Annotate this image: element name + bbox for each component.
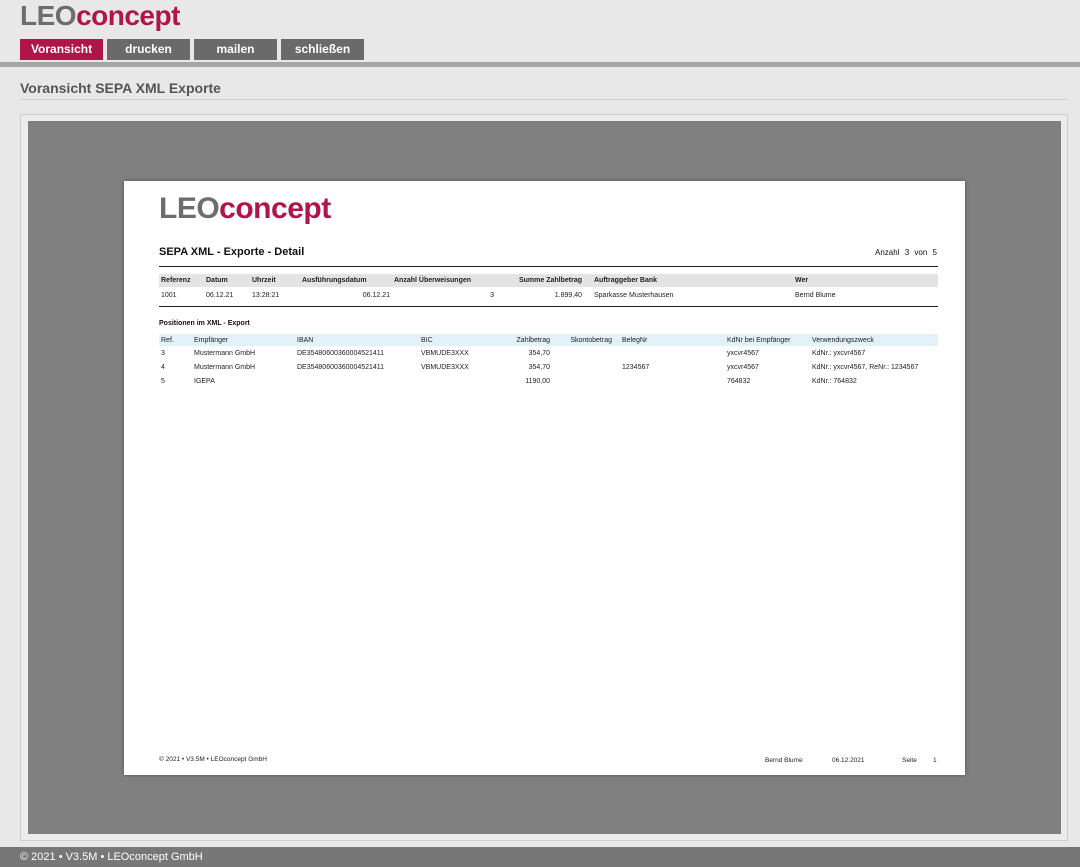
cell-bic	[419, 374, 492, 388]
cell-ref: 5	[161, 377, 165, 385]
footer-page-label: Seite	[902, 757, 917, 764]
cell-bank: Sparkasse Musterhausen	[594, 292, 674, 299]
cell-bic: VBMUDE3XXX	[421, 363, 469, 371]
preview-frame: LEOconcept SEPA XML - Exporte - Detail A…	[20, 114, 1068, 841]
column-header: Zahlbetrag	[492, 334, 552, 346]
cell-user: Bernd Blume	[795, 292, 836, 299]
preview-button[interactable]: Voransicht	[20, 39, 103, 60]
count-separator: von	[914, 248, 928, 257]
column-header: Datum	[204, 274, 250, 287]
toolbar: Voransicht drucken mailen schließen	[20, 39, 364, 60]
cell-reference: 1001	[161, 292, 177, 299]
column-header: Ausführungsdatum	[300, 274, 392, 287]
positions-table: Ref. Empfänger IBAN BIC Zahlbetrag Skont…	[159, 334, 938, 388]
cell-purpose: KdNr.: yxcvr4567	[812, 349, 866, 357]
count-label: Anzahl	[875, 248, 900, 257]
cell-ref: 4	[161, 363, 165, 371]
app-header: LEOconcept Voransicht drucken mailen sch…	[0, 0, 1080, 68]
column-header: Referenz	[159, 274, 204, 287]
summary-header-row: Referenz Datum Uhrzeit Ausführungsdatum …	[159, 274, 938, 287]
cell-customer-number: 764832	[727, 377, 751, 385]
cell-customer-number: yxcvr4567	[727, 349, 759, 357]
footer-page-number: 1	[933, 757, 937, 764]
cell-amount: 1190,00	[525, 377, 550, 385]
cell-execution-date: 06.12.21	[362, 292, 390, 299]
mail-button[interactable]: mailen	[194, 39, 277, 60]
cell-recipient: Mustermann GmbH	[194, 363, 256, 371]
cell-document-number	[614, 374, 725, 388]
cell-ref: 3	[161, 349, 165, 357]
cell-iban: DE35480600360004521411	[297, 349, 385, 357]
column-header: Auftraggeber Bank	[584, 274, 793, 287]
cell-time: 13:28:21	[252, 292, 280, 299]
column-header: Empfänger	[192, 334, 295, 346]
logo-concept-text: concept	[76, 0, 180, 31]
summary-table: Referenz Datum Uhrzeit Ausführungsdatum …	[159, 274, 938, 304]
doc-logo-concept-text: concept	[219, 192, 331, 225]
cell-purpose: KdNr.: yxcvr4567, ReNr.: 1234567	[812, 363, 919, 371]
column-header: Summe Zahlbetrag	[496, 274, 584, 287]
cell-date: 06.12.21	[206, 292, 234, 299]
table-row: 4 Mustermann GmbH DE35480600360004521411…	[159, 360, 938, 374]
footer-user: Bernd Blume	[765, 757, 803, 764]
header-divider	[0, 62, 1080, 67]
cell-iban: DE35480600360004521411	[297, 363, 385, 371]
summary-rule-line	[159, 306, 938, 307]
footer-copyright: © 2021 • V3.5M • LEOconcept GmbH	[159, 756, 267, 763]
page-title: Voransicht SEPA XML Exporte	[20, 80, 221, 96]
table-row: 5 IGEPA 1190,00 764832 KdNr.: 764832	[159, 374, 938, 388]
logo-leo-text: LEO	[20, 0, 77, 31]
cell-recipient: IGEPA	[194, 377, 215, 385]
title-divider	[20, 99, 1068, 100]
cell-discount	[552, 346, 614, 360]
cell-customer-number: yxcvr4567	[727, 363, 759, 371]
footer-date: 06.12.2021	[832, 757, 865, 764]
table-row: 3 Mustermann GmbH DE35480600360004521411…	[159, 346, 938, 360]
document-page: LEOconcept SEPA XML - Exporte - Detail A…	[124, 181, 965, 775]
column-header: BIC	[419, 334, 492, 346]
cell-recipient: Mustermann GmbH	[194, 349, 256, 357]
print-button[interactable]: drucken	[107, 39, 190, 60]
cell-bic: VBMUDE3XXX	[421, 349, 469, 357]
cell-iban	[295, 374, 419, 388]
column-header: Ref.	[159, 334, 192, 346]
record-count: Anzahl 3 von 5	[872, 248, 937, 257]
count-total: 5	[932, 248, 937, 257]
column-header: Verwendungszweck	[810, 334, 938, 346]
doc-logo-leo-text: LEO	[159, 192, 220, 225]
column-header: Skontobetrag	[552, 334, 614, 346]
count-current: 3	[904, 248, 910, 257]
cell-purpose: KdNr.: 764832	[812, 377, 857, 385]
app-logo: LEOconcept	[20, 0, 180, 32]
positions-header-row: Ref. Empfänger IBAN BIC Zahlbetrag Skont…	[159, 334, 938, 346]
column-header: Wer	[793, 274, 938, 287]
column-header: BelegNr	[614, 334, 725, 346]
column-header: Anzahl Überweisungen	[392, 274, 496, 287]
cell-discount	[552, 374, 614, 388]
column-header: KdNr bei Empfänger	[725, 334, 810, 346]
title-rule-line	[159, 266, 938, 267]
document-viewer[interactable]: LEOconcept SEPA XML - Exporte - Detail A…	[28, 121, 1061, 834]
summary-row: 1001 06.12.21 13:28:21 06.12.21 3 1.899,…	[159, 287, 938, 304]
status-bar: © 2021 • V3.5M • LEOconcept GmbH	[0, 847, 1080, 867]
cell-amount: 354,70	[528, 349, 550, 357]
cell-amount: 354,70	[528, 363, 550, 371]
cell-document-number: 1234567	[622, 363, 650, 371]
positions-heading: Positionen im XML - Export	[159, 320, 250, 327]
cell-document-number	[614, 346, 725, 360]
document-logo: LEOconcept	[159, 191, 331, 227]
column-header: Uhrzeit	[250, 274, 300, 287]
cell-amount-sum: 1.899,40	[554, 292, 582, 299]
document-title: SEPA XML - Exporte - Detail	[159, 246, 305, 258]
cell-transfer-count: 3	[490, 292, 494, 299]
cell-discount	[552, 360, 614, 374]
close-button[interactable]: schließen	[281, 39, 364, 60]
column-header: IBAN	[295, 334, 419, 346]
